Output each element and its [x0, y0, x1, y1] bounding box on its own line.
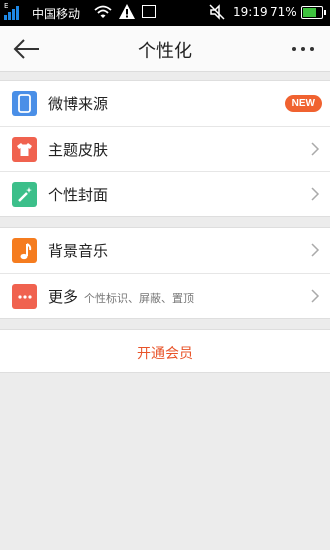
network-type-label: E — [4, 2, 9, 10]
magic-wand-icon — [12, 182, 37, 207]
chevron-right-icon — [311, 243, 320, 257]
music-note-icon — [12, 238, 37, 263]
wifi-icon — [94, 5, 112, 18]
more-dots-icon — [12, 284, 37, 309]
row-theme-skin[interactable]: 主题皮肤 — [0, 126, 330, 171]
mute-icon — [209, 4, 225, 20]
image-notification-icon — [142, 5, 156, 18]
warning-icon — [119, 4, 135, 19]
settings-group-2: 背景音乐 更多 个性标识、屏蔽、置顶 — [0, 227, 330, 319]
row-label: 更多 个性标识、屏蔽、置顶 — [48, 286, 194, 307]
chevron-right-icon — [311, 187, 320, 201]
row-label-text: 更多 — [48, 288, 79, 306]
chevron-right-icon — [311, 142, 320, 156]
row-label: 背景音乐 — [48, 242, 109, 260]
settings-group-1: 微博来源 NEW 主题皮肤 个性封面 — [0, 80, 330, 217]
row-custom-cover[interactable]: 个性封面 — [0, 171, 330, 216]
battery-icon — [301, 6, 326, 19]
new-badge: NEW — [284, 95, 322, 112]
phone-icon — [12, 91, 37, 116]
row-label: 个性封面 — [48, 186, 109, 204]
clock: 19:19 — [233, 5, 268, 19]
row-sublabel: 个性标识、屏蔽、置顶 — [84, 292, 195, 305]
signal-icon: E — [4, 2, 24, 20]
status-bar: E 中国移动 19:19 71% — [0, 0, 330, 26]
row-weibo-source[interactable]: 微博来源 NEW — [0, 81, 330, 126]
open-vip-label: 开通会员 — [137, 346, 193, 362]
shirt-icon — [12, 137, 37, 162]
row-label: 主题皮肤 — [48, 141, 109, 159]
battery-percent: 71% — [270, 5, 297, 19]
row-more[interactable]: 更多 个性标识、屏蔽、置顶 — [0, 273, 330, 318]
row-background-music[interactable]: 背景音乐 — [0, 228, 330, 273]
page-title: 个性化 — [138, 41, 192, 62]
chevron-right-icon — [311, 289, 320, 303]
header: 个性化 — [0, 26, 330, 72]
row-label: 微博来源 — [48, 95, 109, 113]
more-icon[interactable] — [288, 36, 318, 62]
carrier-name: 中国移动 — [32, 7, 81, 21]
open-vip-button[interactable]: 开通会员 — [0, 329, 330, 373]
